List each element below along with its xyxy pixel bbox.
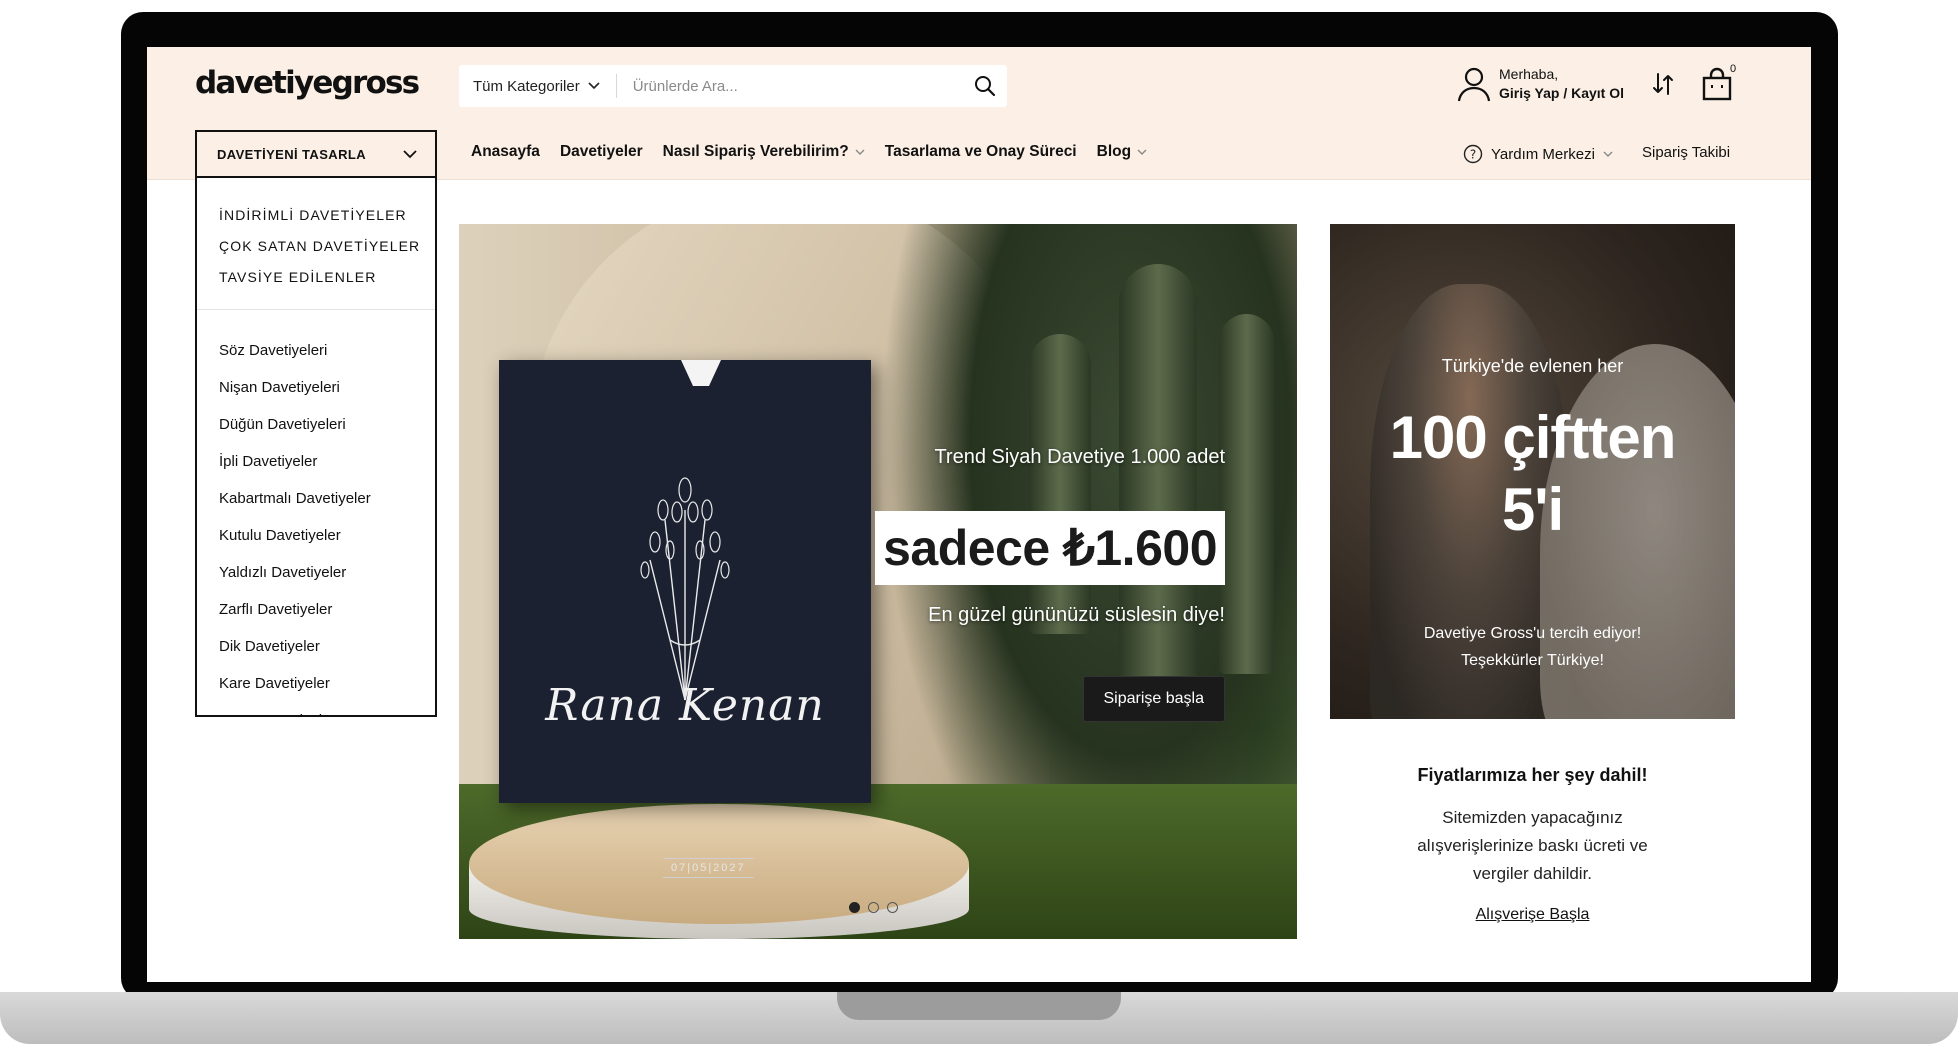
slider-dot[interactable]: [868, 902, 879, 913]
chevron-down-icon: [855, 149, 865, 155]
nav-how-to-order[interactable]: Nasıl Sipariş Verebilirim?: [663, 143, 865, 161]
start-order-button[interactable]: Siparişe başla: [1082, 676, 1225, 722]
cart-count-badge: 0: [1730, 63, 1737, 75]
help-center-label: Yardım Merkezi: [1491, 145, 1595, 163]
category-list: Söz Davetiyeleri Nişan Davetiyeleri Düğü…: [197, 310, 435, 715]
shopping-bag-icon: [1702, 67, 1732, 101]
promo-bottom-line2: Teşekkürler Türkiye!: [1461, 652, 1604, 669]
search-bar: Tüm Kategoriler: [459, 65, 1007, 107]
category-item[interactable]: İpli Davetiyeler: [219, 443, 435, 480]
nav-how-to-order-label: Nasıl Sipariş Verebilirim?: [662, 143, 849, 160]
category-item[interactable]: Düğün Davetiyeleri: [219, 406, 435, 443]
promo-line1: Türkiye'de evlenen her: [1441, 356, 1624, 376]
chevron-down-icon: [1137, 149, 1147, 155]
card-notch: [681, 360, 721, 386]
cart-button[interactable]: [1702, 67, 1732, 106]
category-item[interactable]: Kutulu Davetiyeler: [219, 517, 435, 554]
search-category-label: Tüm Kategoriler: [473, 77, 580, 95]
search-input[interactable]: [616, 77, 963, 95]
design-invitation-button[interactable]: DAVETİYENİ TASARLA: [195, 130, 437, 178]
compare-button[interactable]: [1651, 71, 1675, 102]
help-circle-icon: ?: [1463, 144, 1483, 164]
invitation-card-image: Rana Kenan 07|05|2027: [499, 360, 871, 878]
compare-arrows-icon: [1653, 73, 1673, 95]
cactus-shape: [1219, 314, 1274, 674]
nav-blog-label: Blog: [1096, 143, 1132, 160]
category-item[interactable]: Zarflı Davetiyeler: [219, 591, 435, 628]
nav-design-approval[interactable]: Tasarlama ve Onay Süreci: [885, 143, 1077, 161]
slider-dot[interactable]: [849, 902, 860, 913]
hero-subtitle: Trend Siyah Davetiye 1.000 adet: [934, 446, 1225, 468]
user-icon: [1457, 67, 1491, 102]
slider-dots: [849, 902, 898, 913]
help-center-link[interactable]: ? Yardım Merkezi: [1463, 144, 1613, 164]
browser-viewport: davetiyegross Tüm Kategoriler Merhaba, G…: [147, 47, 1811, 982]
category-item[interactable]: Kare Davetiyeler: [219, 665, 435, 702]
category-item[interactable]: Söz Davetiyeleri: [219, 332, 435, 369]
pricing-info: Fiyatlarımıza her şey dahil! Sitemizden …: [1330, 765, 1735, 924]
nav-blog[interactable]: Blog: [1097, 143, 1147, 161]
nav-invitations-label: Davetiyeler: [559, 143, 643, 160]
chevron-down-icon: [403, 149, 417, 158]
account-greeting: Merhaba,: [1499, 66, 1559, 82]
promo-headline: 100 çiftten 5'i: [1330, 402, 1735, 546]
promo-headline-line1: 100 çiftten: [1389, 404, 1677, 471]
nav-home-label: Anasayfa: [471, 143, 540, 160]
promo-bottom-line1: Davetiye Gross'u tercih ediyor!: [1423, 625, 1642, 642]
category-item[interactable]: Dik Davetiyeler: [219, 628, 435, 665]
cactus-shape: [1119, 264, 1197, 704]
category-item[interactable]: Yaldızlı Davetiyeler: [219, 554, 435, 591]
site-header: davetiyegross Tüm Kategoriler Merhaba, G…: [147, 47, 1811, 180]
account-action: Giriş Yap / Kayıt Ol: [1499, 85, 1625, 101]
promo-bottom-text: Davetiye Gross'u tercih ediyor! Teşekkür…: [1330, 620, 1735, 674]
laptop-notch: [837, 992, 1121, 1020]
site-logo[interactable]: davetiyegross: [195, 65, 420, 101]
hero-price: sadece ₺1.600: [875, 511, 1225, 585]
search-icon: [975, 76, 996, 97]
order-tracking-link[interactable]: Sipariş Takibi: [1642, 144, 1730, 161]
pricing-info-title: Fiyatlarımıza her şey dahil!: [1417, 765, 1648, 785]
category-item[interactable]: Kabartmalı Davetiyeler: [219, 480, 435, 517]
menu-item-recommended[interactable]: TAVSİYE EDİLENLER: [219, 262, 435, 293]
featured-list: İNDİRİMLİ DAVETİYELER ÇOK SATAN DAVETİYE…: [197, 178, 435, 310]
nav-home[interactable]: Anasayfa: [471, 143, 540, 161]
category-item[interactable]: Yatay Davetiyeler: [219, 702, 435, 715]
svg-text:?: ?: [1470, 148, 1476, 162]
lavender-illustration: [640, 477, 730, 701]
nav-invitations[interactable]: Davetiyeler: [560, 143, 643, 161]
hero-tagline: En güzel gününüzü süslesin diye!: [928, 604, 1225, 626]
pricing-info-text: Sitemizden yapacağınız alışverişlerinize…: [1417, 808, 1648, 883]
promo-banner[interactable]: Türkiye'de evlenen her 100 çiftten 5'i D…: [1330, 224, 1735, 719]
design-invitation-label: DAVETİYENİ TASARLA: [217, 146, 367, 162]
search-button[interactable]: [963, 65, 1007, 107]
category-item[interactable]: Nişan Davetiyeleri: [219, 369, 435, 406]
promo-headline-line2: 5'i: [1501, 476, 1564, 543]
cactus-shape: [1029, 334, 1091, 634]
nav-design-approval-label: Tasarlama ve Onay Süreci: [884, 143, 1077, 160]
card-names: Rana Kenan: [545, 680, 825, 731]
account-login-link[interactable]: Merhaba, Giriş Yap / Kayıt Ol: [1457, 65, 1624, 103]
hero-slider[interactable]: Rana Kenan 07|05|2027 Trend Siyah Daveti…: [459, 224, 1297, 939]
slider-dot[interactable]: [887, 902, 898, 913]
main-nav: Anasayfa Davetiyeler Nasıl Sipariş Vereb…: [471, 143, 1147, 161]
chevron-down-icon: [588, 82, 600, 90]
menu-item-bestsellers[interactable]: ÇOK SATAN DAVETİYELER: [219, 231, 435, 262]
categories-dropdown: İNDİRİMLİ DAVETİYELER ÇOK SATAN DAVETİYE…: [195, 178, 437, 717]
search-category-select[interactable]: Tüm Kategoriler: [459, 74, 617, 98]
chevron-down-icon: [1603, 151, 1613, 157]
card-date: 07|05|2027: [663, 858, 754, 878]
menu-item-discounted[interactable]: İNDİRİMLİ DAVETİYELER: [219, 200, 435, 231]
start-shopping-link[interactable]: Alışverişe Başla: [1476, 906, 1590, 924]
